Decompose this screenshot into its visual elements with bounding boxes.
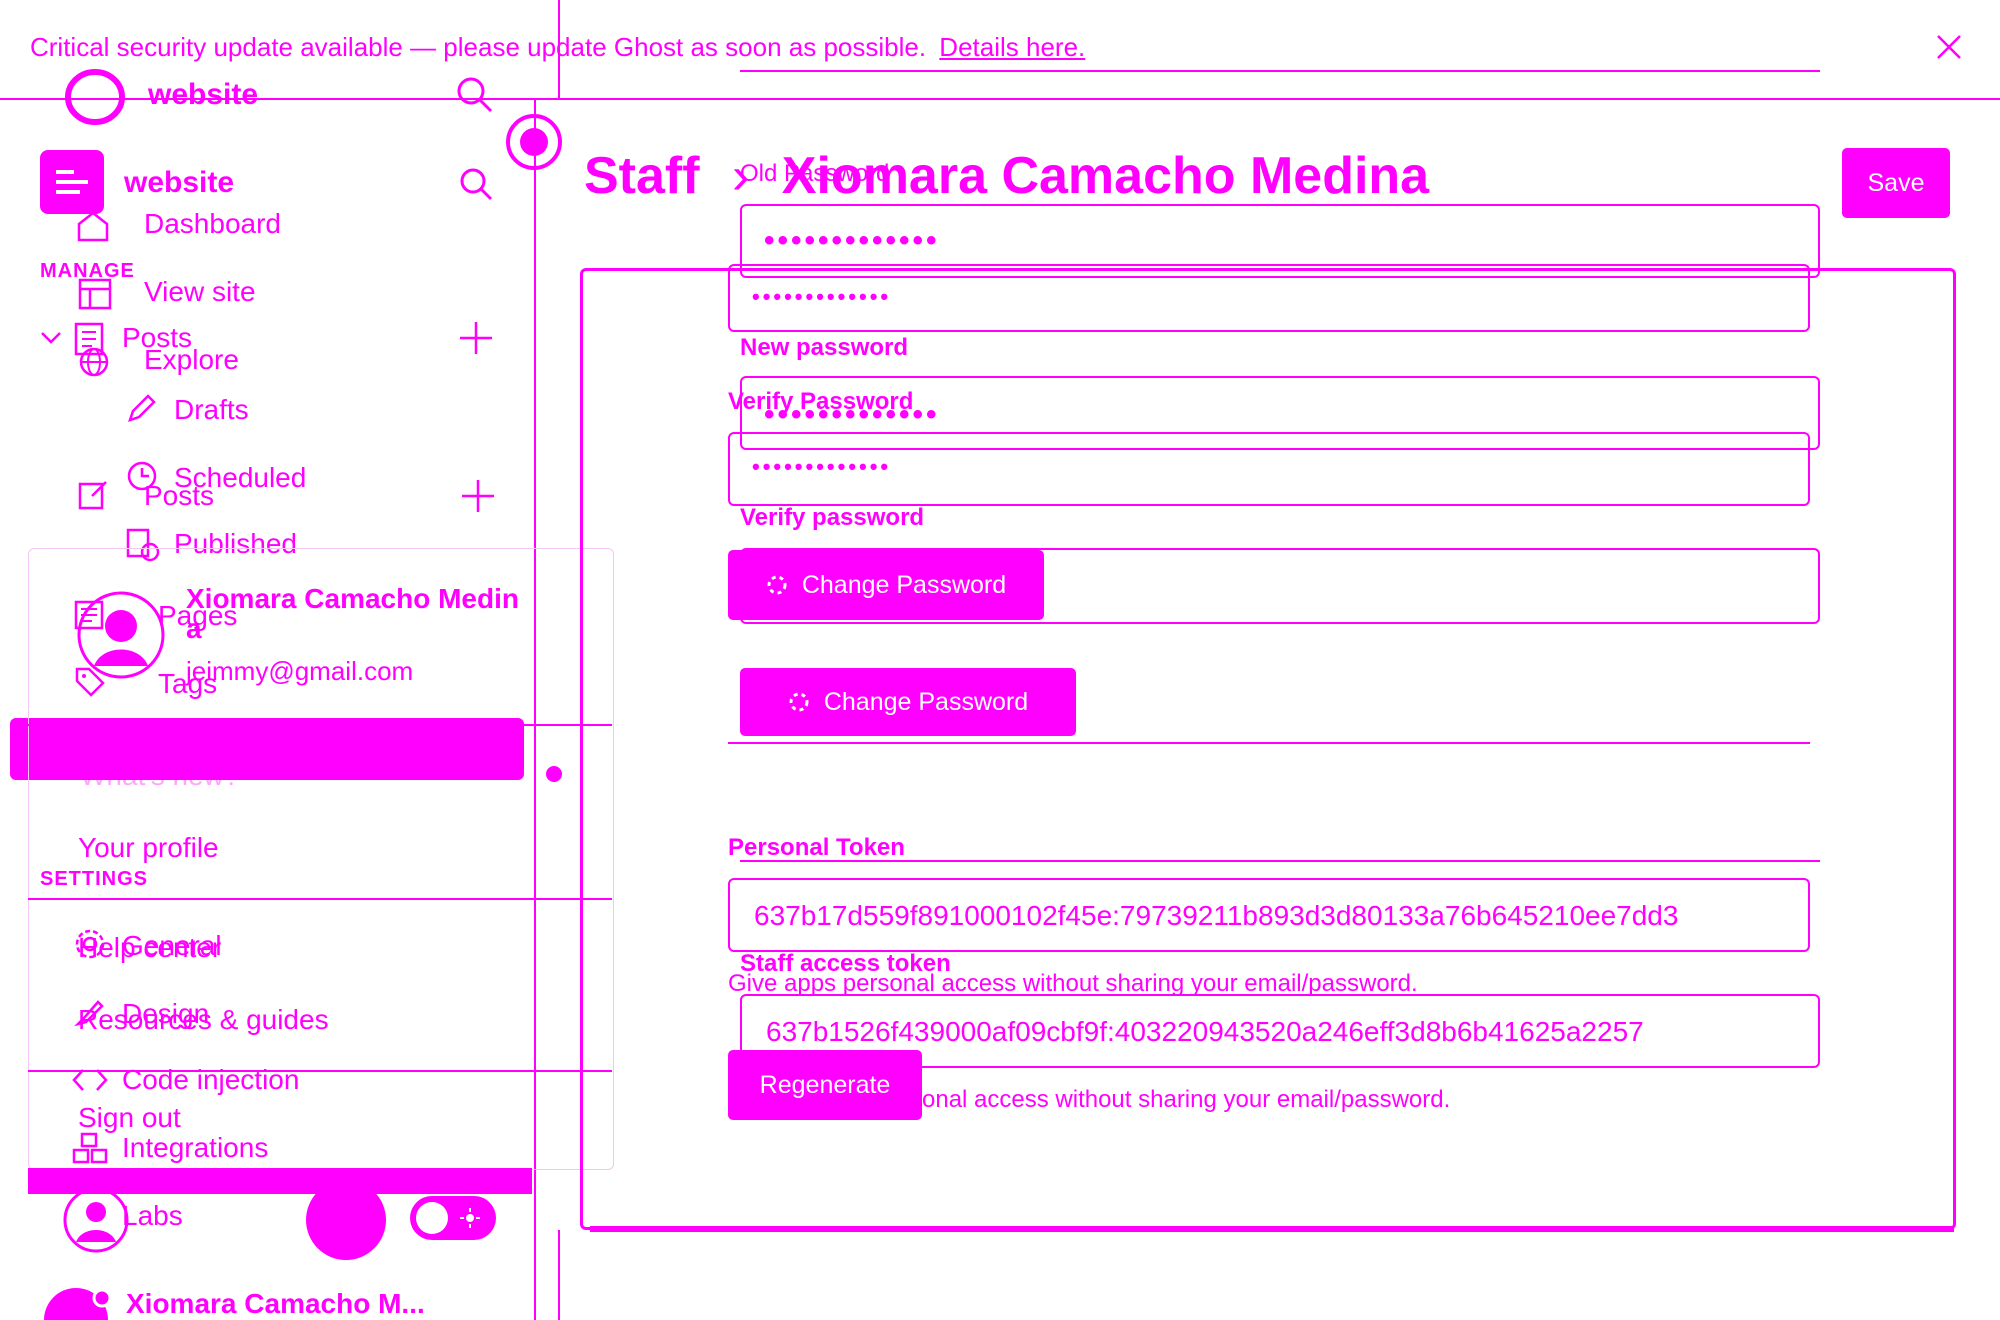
pencil-icon [126,392,158,424]
menu-divider-1 [28,724,612,726]
new-password-label: New password [740,334,909,361]
sidebar-item-drafts[interactable]: Drafts [174,394,249,426]
new-password-value: ••••••••••••• [764,398,940,431]
toggle-knob [416,1202,448,1234]
spinner-icon [766,574,788,596]
banner-divider [0,98,2000,100]
breadcrumb-staff[interactable]: Staff [584,147,700,205]
token-section-line [740,860,1820,862]
staff-token-value: 637b1526f439000af09cbf9f:403220943520a24… [766,1016,1644,1047]
plus-icon[interactable] [458,320,494,356]
sidebar-item-explore[interactable]: Explore [144,344,239,376]
user-menu-name-line1: Xiomara Camacho Medin [186,583,519,614]
ghost-logo-icon [64,68,126,126]
change-password-button-1[interactable]: Change Password [728,550,1044,620]
banner-message: Critical security update available — ple… [30,32,927,62]
menu-item-help-center[interactable]: Help center [78,932,221,964]
old-password-label: Old Password [740,160,890,187]
menu-bottom-bar [28,1168,532,1194]
user-menu-name-line2: a [186,613,202,644]
token-help-2: onal access without sharing your email/p… [922,1086,1451,1113]
search-icon-2[interactable] [458,166,494,202]
user-menu-name: Xiomara Camacho Medin a [186,584,519,644]
change-password-label-1: Change Password [801,570,1007,599]
old-password-value: ••••••••••••• [764,224,940,257]
old-password-value-2: ••••••••••••• [752,284,892,309]
banner-details-link[interactable]: Details here. [939,32,1085,62]
close-icon[interactable] [1936,34,1962,60]
search-icon[interactable] [454,74,494,114]
banner-underline [740,70,1820,72]
site-name[interactable]: website [148,78,258,112]
spinner-icon-2 [788,691,810,713]
personal-token-label: Personal Token [728,834,905,861]
menu-divider-3 [28,1070,612,1072]
sidebar-border-2 [558,0,560,100]
menu-divider-2 [28,898,612,900]
globe-icon [78,346,110,378]
site-name-2[interactable]: website [124,166,234,200]
spinner-target [506,114,562,170]
menu-item-resources[interactable]: Resources & guides [78,1004,329,1036]
theme-toggle[interactable] [410,1196,496,1240]
sidebar-item-posts-2[interactable]: Posts [144,480,214,512]
regenerate-button[interactable]: Regenerate [728,1050,922,1120]
layout-icon [78,278,112,310]
site-icon [40,150,104,214]
sidebar-border-3 [558,1230,560,1320]
verify-password-value: ••••••••••••• [752,454,892,479]
sidebar-item-dashboard[interactable]: Dashboard [144,208,281,240]
breadcrumb: Staff › Xiomara Camacho Medina [584,146,1429,206]
personal-token-value: 637b17d559f891000102f45e:79739211b893d3d… [754,900,1679,931]
save-button[interactable]: Save [1842,148,1950,218]
sun-icon [460,1208,480,1228]
chevron-down-icon[interactable] [40,330,62,346]
change-password-button-2[interactable]: Change Password [740,668,1076,736]
menu-item-your-profile[interactable]: Your profile [78,832,219,864]
sidebar-item-labs[interactable]: Labs [122,1200,183,1232]
user-menu-avatar-icon [76,590,166,680]
home-icon [76,210,110,242]
footer-user-name[interactable]: Xiomara Camacho M... [126,1288,425,1320]
change-password-label-2: Change Password [823,687,1029,716]
menu-item-sign-out[interactable]: Sign out [78,1102,181,1134]
plus-icon-2[interactable] [460,478,496,514]
main-card-shadow [590,1226,1954,1232]
sidebar-item-view-site[interactable]: View site [144,276,256,308]
avatar-icon[interactable] [62,1186,130,1254]
edit-icon [78,478,110,510]
verify-password-label-2: Verify password [740,504,925,531]
footer-avatar-icon[interactable] [40,1280,110,1320]
user-menu-email: jeimmy@gmail.com [186,656,414,686]
password-section-divider [728,742,1810,744]
